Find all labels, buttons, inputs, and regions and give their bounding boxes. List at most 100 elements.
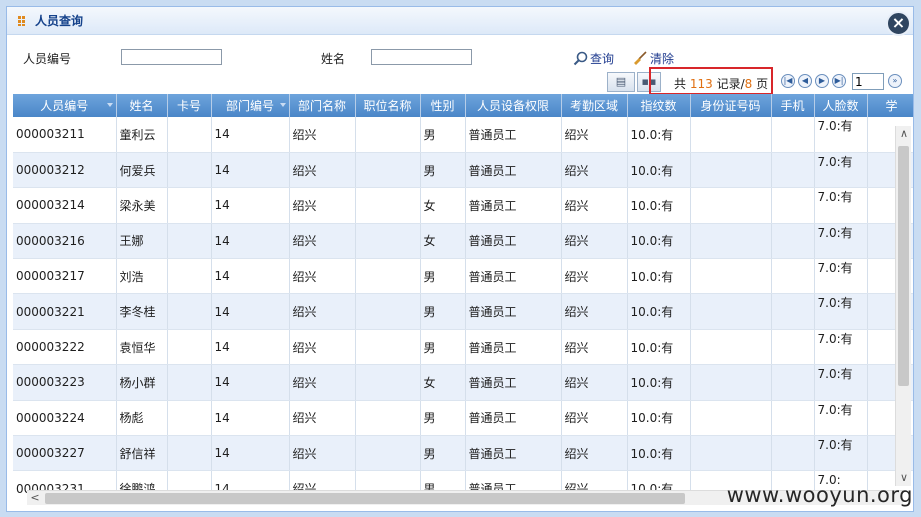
next-page-icon[interactable]: ▶: [815, 74, 829, 88]
column-header[interactable]: 考勤区域: [561, 94, 628, 117]
table-cell: [771, 187, 815, 224]
table-cell: 男: [420, 435, 466, 472]
table-cell: 7.0:有: [814, 223, 868, 260]
last-page-icon[interactable]: ▶|: [832, 74, 846, 88]
sort-arrow-icon[interactable]: [279, 103, 286, 107]
table-cell: 10.0:有: [627, 187, 691, 224]
table-cell: 000003227: [13, 435, 117, 472]
table-cell: 童利云: [116, 117, 168, 153]
table-row[interactable]: 000003221 李冬桂 14 绍兴男普通员工 绍兴 10.0:有 7.0:有: [13, 293, 913, 330]
column-header[interactable]: 卡号: [167, 94, 212, 117]
table-cell: 绍兴: [561, 117, 628, 153]
watermark: www.wooyun.org: [726, 483, 913, 507]
table-cell: 绍兴: [561, 152, 628, 189]
column-header[interactable]: 人脸数: [814, 94, 868, 117]
column-header[interactable]: 学: [867, 94, 913, 117]
close-icon[interactable]: ×: [886, 11, 911, 36]
table-row[interactable]: 000003224 杨彪 14 绍兴男普通员工 绍兴 10.0:有 7.0:有: [13, 400, 913, 437]
table-cell: 李冬桂: [116, 293, 168, 330]
table-cell: 绍兴: [561, 293, 628, 330]
vertical-scrollbar[interactable]: ∧ ∨: [895, 126, 911, 486]
column-header[interactable]: 部门名称: [289, 94, 356, 117]
name-input[interactable]: [371, 49, 472, 65]
table-cell: 000003222: [13, 329, 117, 366]
table-cell: 绍兴: [289, 152, 356, 189]
scroll-up-icon[interactable]: ∧: [896, 126, 912, 142]
table-row[interactable]: 000003227 舒信祥 14 绍兴男普通员工 绍兴 10.0:有 7.0:有: [13, 435, 913, 472]
vertical-scroll-thumb[interactable]: [898, 146, 909, 386]
table-cell: 绍兴: [289, 435, 356, 472]
table-cell: [355, 364, 421, 401]
list-view-icon: ▤: [615, 75, 627, 88]
horizontal-scroll-thumb[interactable]: [45, 493, 685, 504]
page-number-input[interactable]: [852, 73, 884, 90]
table-row[interactable]: 000003211 童利云 14 绍兴男普通员工 绍兴 10.0:有 7.0:有: [13, 117, 913, 153]
table-cell: [355, 329, 421, 366]
table-cell: 普通员工: [465, 152, 562, 189]
table-cell: [167, 258, 212, 295]
table-cell: 7.0:有: [814, 329, 868, 366]
table-cell: 袁恒华: [116, 329, 168, 366]
table-cell: 7.0:有: [814, 152, 868, 189]
table-cell: 14: [211, 364, 290, 401]
table-header-row: 人员编号 姓名 卡号 部门编号 部门名称 职位名称 性别 人员设备权限 考勤区域 指纹数 身份证号码…: [13, 94, 913, 117]
table-cell: [771, 364, 815, 401]
table-cell: 绍兴: [561, 435, 628, 472]
grid-dots-icon: [18, 15, 25, 26]
query-button[interactable]: 查询: [573, 50, 614, 67]
table-cell: 000003211: [13, 117, 117, 153]
table-cell: 000003223: [13, 364, 117, 401]
table-cell: 10.0:有: [627, 293, 691, 330]
column-header[interactable]: 部门编号: [211, 94, 290, 117]
table-cell: [167, 293, 212, 330]
list-view-button[interactable]: ▤: [607, 72, 635, 92]
column-header[interactable]: 姓名: [116, 94, 168, 117]
table-cell: 14: [211, 400, 290, 437]
table-cell: 绍兴: [289, 258, 356, 295]
column-header[interactable]: 指纹数: [627, 94, 691, 117]
table-cell: 7.0:有: [814, 400, 868, 437]
query-label: 查询: [590, 52, 615, 66]
column-header[interactable]: 人员编号: [13, 94, 117, 117]
column-header[interactable]: 手机: [771, 94, 815, 117]
table-cell: [167, 223, 212, 260]
table-cell: [690, 152, 772, 189]
person-id-input[interactable]: [121, 49, 222, 65]
table-cell: 男: [420, 329, 466, 366]
table-row[interactable]: 000003223 杨小群 14 绍兴女普通员工 绍兴 10.0:有 7.0:有: [13, 364, 913, 401]
clear-button[interactable]: 清除: [633, 50, 674, 67]
table-cell: 14: [211, 152, 290, 189]
table-cell: [771, 329, 815, 366]
table-row[interactable]: 000003216 王娜 14 绍兴女普通员工 绍兴 10.0:有 7.0:有: [13, 223, 913, 260]
table-cell: 普通员工: [465, 258, 562, 295]
table-cell: 绍兴: [289, 187, 356, 224]
table-cell: 14: [211, 223, 290, 260]
table-row[interactable]: 000003212 何爱兵 14 绍兴男普通员工 绍兴 10.0:有 7.0:有: [13, 152, 913, 189]
column-header[interactable]: 身份证号码: [690, 94, 772, 117]
column-header[interactable]: 性别: [420, 94, 466, 117]
prev-page-icon[interactable]: ◀: [798, 74, 812, 88]
table-row[interactable]: 000003217 刘浩 14 绍兴男普通员工 绍兴 10.0:有 7.0:有: [13, 258, 913, 295]
table-cell: 杨彪: [116, 400, 168, 437]
column-header[interactable]: 职位名称: [355, 94, 421, 117]
person-query-window: 人员查询 人员编号 姓名 查询 清除 ▤ ▪▪ 共 113 记录/8 页 |◀ …: [6, 6, 914, 512]
first-page-icon[interactable]: |◀: [781, 74, 795, 88]
sort-arrow-icon[interactable]: [106, 103, 113, 107]
table-cell: 10.0:有: [627, 152, 691, 189]
table-row[interactable]: 000003222 袁恒华 14 绍兴男普通员工 绍兴 10.0:有 7.0:有: [13, 329, 913, 366]
table-cell: [771, 435, 815, 472]
table-cell: [690, 435, 772, 472]
table-cell: 绍兴: [289, 364, 356, 401]
table-cell: [690, 187, 772, 224]
table-cell: 7.0:有: [814, 117, 868, 153]
table-cell: 7.0:有: [814, 187, 868, 224]
table-row[interactable]: 000003214 梁永美 14 绍兴女普通员工 绍兴 10.0:有 7.0:有: [13, 187, 913, 224]
table-cell: 男: [420, 152, 466, 189]
go-page-icon[interactable]: »: [888, 74, 902, 88]
scroll-left-icon[interactable]: <: [27, 491, 43, 506]
table-cell: [355, 187, 421, 224]
column-header[interactable]: 人员设备权限: [465, 94, 562, 117]
table-cell: 绍兴: [289, 293, 356, 330]
table-cell: 10.0:有: [627, 435, 691, 472]
table-cell: [690, 223, 772, 260]
